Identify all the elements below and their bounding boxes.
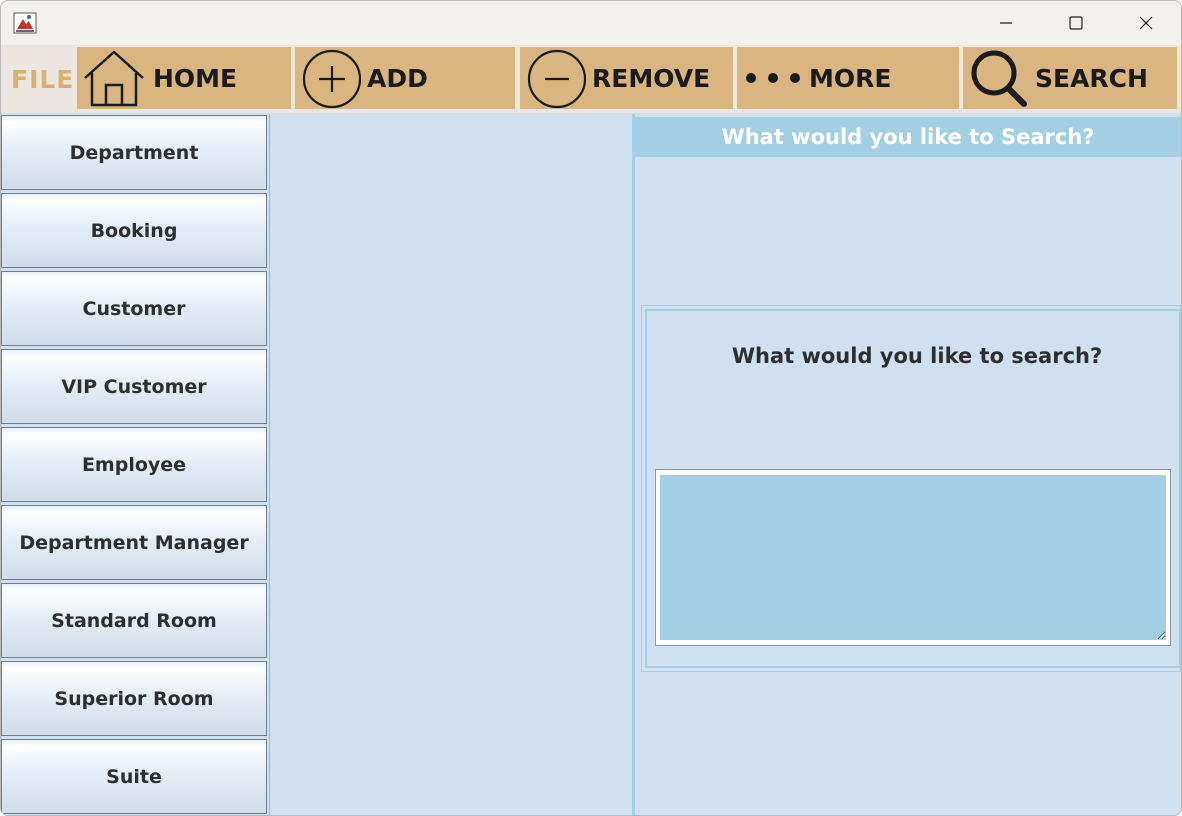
file-menu[interactable]: FILE [11,63,74,97]
app-window: FILE HOME ADD REMOVE MORE SEARCH Departm… [0,0,1182,816]
maximize-icon [1069,16,1083,30]
home-label: HOME [153,63,238,93]
panel-divider [632,114,635,815]
remove-button[interactable]: REMOVE [520,47,733,109]
search-input[interactable] [660,475,1166,640]
sidebar-item-employee[interactable]: Employee [1,427,267,502]
sidebar-item-standard-room[interactable]: Standard Room [1,583,267,658]
close-button[interactable] [1123,1,1169,45]
home-button[interactable]: HOME [77,47,291,109]
house-icon [81,47,147,109]
three-dots-icon [741,47,803,109]
maximize-button[interactable] [1053,1,1099,45]
sidebar-item-department[interactable]: Department [1,115,267,190]
minimize-button[interactable] [983,1,1029,45]
sidebar-item-customer[interactable]: Customer [1,271,267,346]
magnifier-icon [967,47,1029,109]
search-label: SEARCH [1035,63,1148,93]
search-button[interactable]: SEARCH [963,47,1177,109]
more-button[interactable]: MORE [737,47,959,109]
search-panel-header: What would you like to Search? [635,117,1181,157]
minus-circle-icon [524,47,586,109]
java-app-icon [13,11,37,35]
close-icon [1139,16,1153,30]
minimize-icon [1000,22,1012,24]
more-label: MORE [809,63,892,93]
search-prompt: What would you like to search? [731,344,1103,368]
remove-label: REMOVE [592,63,711,93]
title-bar [1,1,1181,45]
add-label: ADD [367,63,428,93]
sidebar-item-booking[interactable]: Booking [1,193,267,268]
sidebar-item-suite[interactable]: Suite [1,739,267,814]
sidebar-item-department-manager[interactable]: Department Manager [1,505,267,580]
sidebar: Department Booking Customer VIP Customer… [1,114,269,815]
add-button[interactable]: ADD [295,47,515,109]
sidebar-item-vip-customer[interactable]: VIP Customer [1,349,267,424]
sidebar-item-superior-room[interactable]: Superior Room [1,661,267,736]
plus-circle-icon [299,47,361,109]
sidebar-divider [269,114,270,815]
